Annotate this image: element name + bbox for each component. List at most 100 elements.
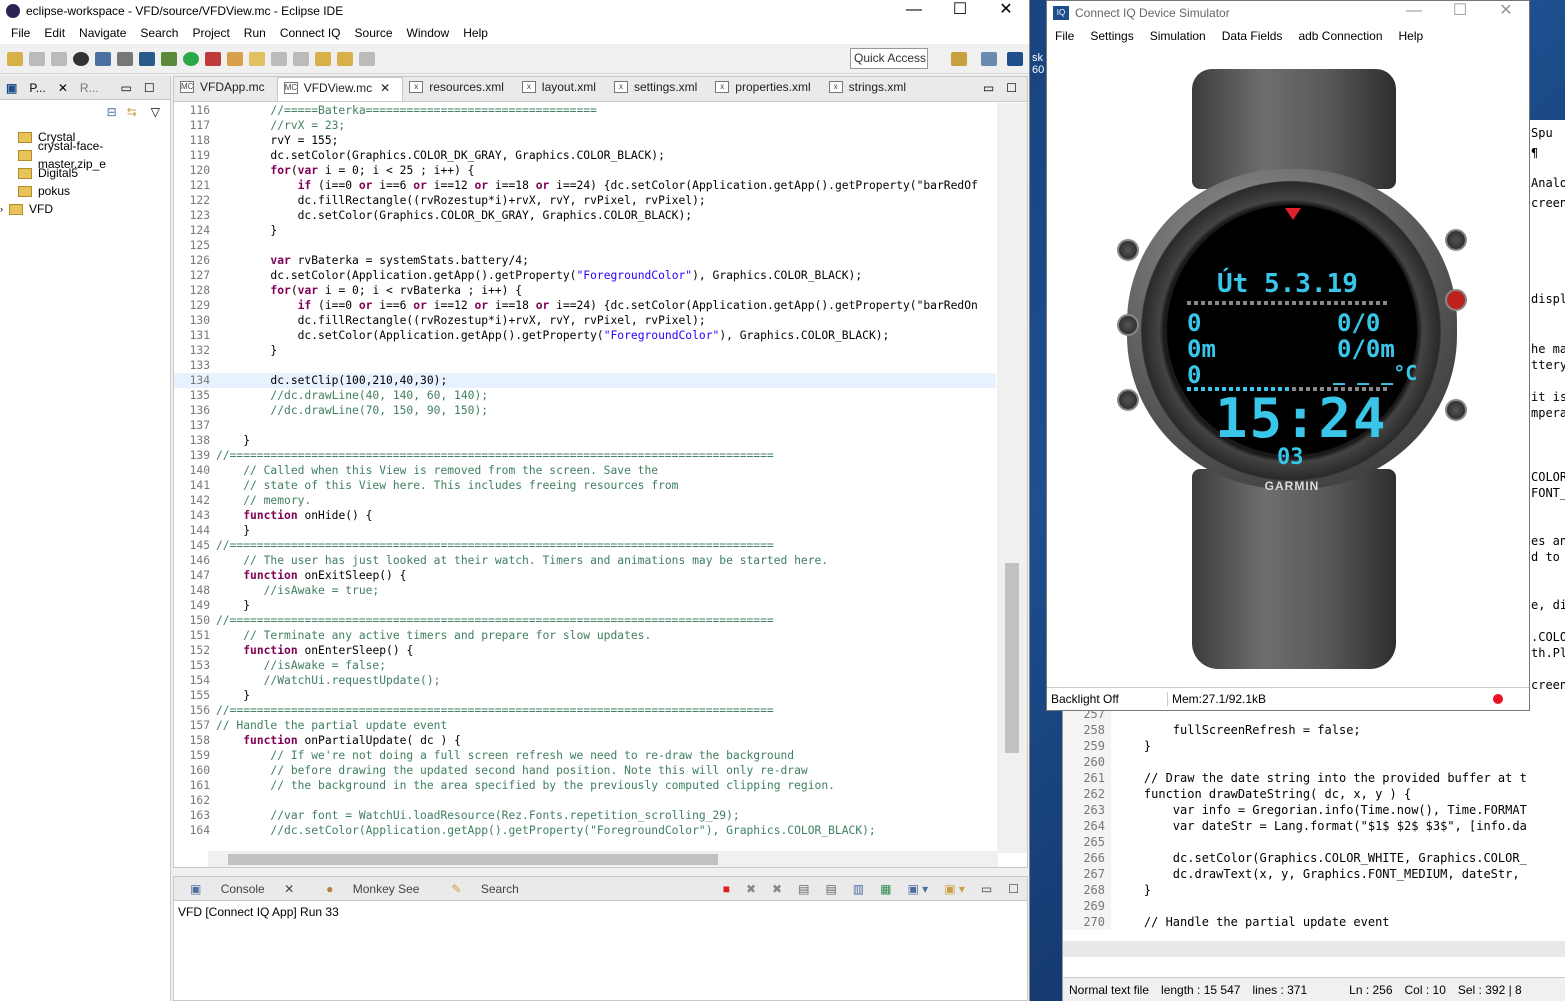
- tab-search[interactable]: ✎ Search: [435, 882, 534, 896]
- view-menu-icon[interactable]: ▽: [151, 105, 160, 119]
- tree-item-crystal-face[interactable]: crystal-face-master.zip_e: [8, 139, 170, 171]
- pen-icon[interactable]: [249, 51, 265, 66]
- account-icon[interactable]: [73, 51, 89, 66]
- close-icon[interactable]: ✕: [276, 882, 302, 896]
- menu-file[interactable]: File: [4, 26, 37, 40]
- watch-button-start-red[interactable]: [1445, 289, 1467, 311]
- menu-connect-iq[interactable]: Connect IQ: [273, 26, 348, 40]
- terminate-icon[interactable]: ■: [715, 882, 738, 896]
- last-edit-icon[interactable]: [315, 51, 331, 66]
- remove-launch-icon[interactable]: ✖: [738, 882, 764, 896]
- sim-menu-settings[interactable]: Settings: [1082, 29, 1141, 43]
- tab-properties-xml[interactable]: x properties.xml: [709, 77, 822, 101]
- tree-item-pokus[interactable]: pokus: [8, 182, 170, 200]
- code-line: 134 dc.setClip(100,210,40,30);: [174, 373, 996, 388]
- device-icon[interactable]: [117, 51, 133, 66]
- background-editor-hscroll[interactable]: [1063, 941, 1565, 957]
- tab-resources-xml[interactable]: x resources.xml: [403, 77, 516, 101]
- watch-button-start[interactable]: [1445, 229, 1467, 251]
- tab-vfdapp[interactable]: MC VFDApp.mc: [174, 77, 277, 101]
- debug-icon[interactable]: [161, 51, 177, 66]
- new-icon[interactable]: [7, 51, 23, 66]
- line-number: 156: [189, 704, 210, 717]
- tab-layout-xml[interactable]: x layout.xml: [516, 77, 608, 101]
- line-text: // Terminate any active timers and prepa…: [216, 629, 652, 642]
- menu-project[interactable]: Project: [185, 26, 236, 40]
- tab-monkey-see[interactable]: ● Monkey See: [310, 882, 435, 896]
- maximize-icon[interactable]: ☐: [1000, 882, 1027, 896]
- sim-menu-help[interactable]: Help: [1391, 29, 1432, 43]
- menu-run[interactable]: Run: [237, 26, 273, 40]
- external-tools-icon[interactable]: [205, 51, 221, 66]
- next-annotation-icon[interactable]: [271, 51, 287, 66]
- scroll-thumb[interactable]: [228, 854, 718, 865]
- open-perspective-icon[interactable]: [951, 51, 967, 66]
- maximize-icon[interactable]: ☐: [138, 81, 161, 95]
- maximize-icon[interactable]: ☐: [1437, 1, 1483, 25]
- maximize-icon[interactable]: ☐: [1002, 81, 1027, 101]
- editor-horizontal-scrollbar[interactable]: [208, 851, 998, 867]
- minimize-icon[interactable]: —: [1391, 1, 1437, 25]
- word-wrap-icon[interactable]: ▥: [845, 882, 872, 896]
- menu-help[interactable]: Help: [456, 26, 495, 40]
- remove-all-icon[interactable]: ✖: [764, 882, 790, 896]
- code-line: 259 }: [1063, 738, 1565, 754]
- watch-button-light[interactable]: [1117, 239, 1139, 261]
- tab-console[interactable]: ▣ Console ✕: [174, 882, 310, 896]
- close-icon[interactable]: ✕: [983, 0, 1029, 22]
- line-number: 140: [189, 464, 210, 477]
- forward-icon[interactable]: [359, 51, 375, 66]
- code-area[interactable]: 116 //=====Baterka======================…: [174, 103, 996, 851]
- scroll-lock-icon[interactable]: ▤: [817, 882, 844, 896]
- open-console-icon[interactable]: ▣ ▾: [936, 882, 973, 896]
- menu-navigate[interactable]: Navigate: [72, 26, 133, 40]
- save-all-icon[interactable]: [51, 51, 67, 66]
- close-icon[interactable]: ✕: [52, 81, 74, 95]
- sdk-icon[interactable]: [139, 51, 155, 66]
- link-editor-icon[interactable]: ⇆: [127, 105, 137, 119]
- sim-menu-simulation[interactable]: Simulation: [1142, 29, 1214, 43]
- close-icon[interactable]: ✕: [1483, 1, 1529, 25]
- menu-edit[interactable]: Edit: [37, 26, 72, 40]
- watch-button-down[interactable]: [1117, 389, 1139, 411]
- editor-vertical-scrollbar[interactable]: [997, 103, 1027, 853]
- open-folder-icon[interactable]: [227, 51, 243, 66]
- pin-console-icon[interactable]: ▦: [872, 882, 899, 896]
- prev-annotation-icon[interactable]: [293, 51, 309, 66]
- tab-resource[interactable]: R...: [74, 81, 105, 95]
- connect-iq-perspective-icon[interactable]: [1007, 51, 1023, 66]
- tab-strings-xml[interactable]: x strings.xml: [823, 77, 918, 101]
- clear-console-icon[interactable]: ▤: [790, 882, 817, 896]
- minimize-icon[interactable]: —: [891, 0, 937, 22]
- menu-search[interactable]: Search: [133, 26, 185, 40]
- menu-source[interactable]: Source: [348, 26, 400, 40]
- editor-edge-text: d to: [1531, 550, 1560, 564]
- expand-arrow-icon[interactable]: ›: [0, 200, 3, 218]
- line-number: 159: [189, 749, 210, 762]
- minimize-icon[interactable]: ▭: [973, 882, 1000, 896]
- run-icon[interactable]: [183, 51, 199, 66]
- display-console-icon[interactable]: ▣ ▾: [899, 882, 936, 896]
- quick-access-input[interactable]: Quick Access: [850, 48, 928, 69]
- sim-menu-data-fields[interactable]: Data Fields: [1214, 29, 1291, 43]
- scroll-thumb[interactable]: [1005, 563, 1019, 753]
- watch-button-back[interactable]: [1445, 399, 1467, 421]
- minimize-icon[interactable]: ▭: [115, 81, 138, 95]
- tab-settings-xml[interactable]: x settings.xml: [608, 77, 709, 101]
- maximize-icon[interactable]: ☐: [937, 0, 983, 22]
- tab-project-explorer[interactable]: P...: [23, 81, 51, 95]
- line-number: 128: [189, 284, 210, 297]
- watch-button-up[interactable]: [1117, 314, 1139, 336]
- minimize-icon[interactable]: ▭: [975, 81, 1002, 101]
- tab-vfdview[interactable]: MC VFDView.mc ✕: [276, 77, 404, 101]
- menu-window[interactable]: Window: [400, 26, 457, 40]
- tree-item-vfd[interactable]: › VFD: [0, 200, 170, 218]
- sim-menu-adb[interactable]: adb Connection: [1290, 29, 1390, 43]
- save-icon[interactable]: [29, 51, 45, 66]
- close-icon[interactable]: ✕: [380, 81, 390, 95]
- terminal-icon[interactable]: [95, 51, 111, 66]
- sim-menu-file[interactable]: File: [1047, 29, 1082, 43]
- java-perspective-icon[interactable]: [981, 51, 997, 66]
- collapse-all-icon[interactable]: ⊟: [107, 105, 117, 119]
- back-icon[interactable]: [337, 51, 353, 66]
